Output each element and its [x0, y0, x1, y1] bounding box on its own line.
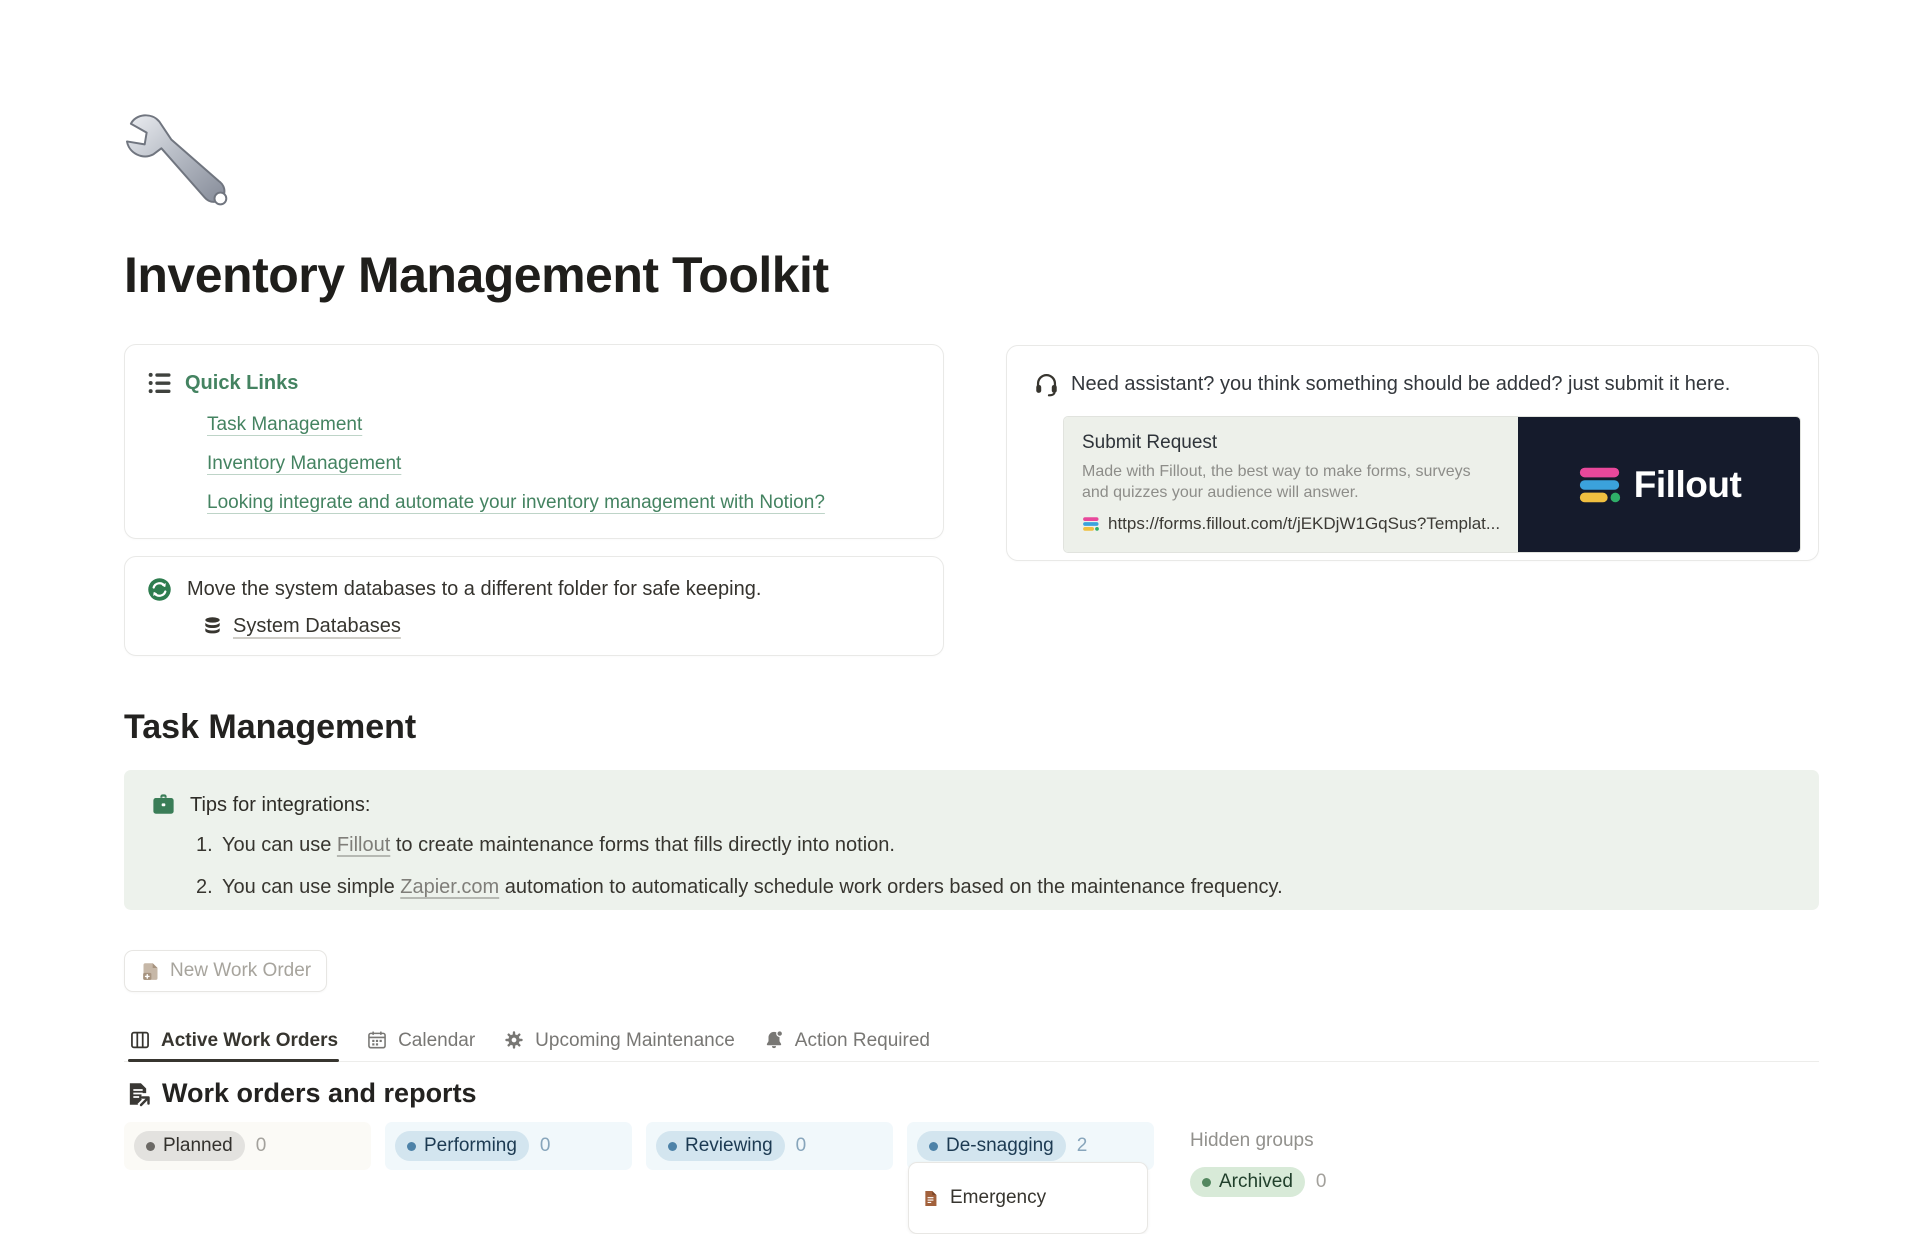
group-pill-archived[interactable]: Archived	[1190, 1167, 1305, 1197]
tab-upcoming-maintenance[interactable]: Upcoming Maintenance	[502, 1020, 736, 1061]
list-number: 1.	[196, 834, 222, 857]
zapier-link[interactable]: Zapier.com	[400, 876, 499, 898]
link-inventory-management[interactable]: Inventory Management	[207, 453, 401, 475]
status-dot	[929, 1142, 938, 1151]
board-heading: Work orders and reports	[124, 1078, 477, 1109]
board-heading-label: Work orders and reports	[162, 1078, 477, 1109]
quick-links-callout: Quick Links Task Management Inventory Ma…	[124, 344, 944, 539]
embed-description: Made with Fillout, the best way to make …	[1082, 461, 1477, 504]
group-pill-planned[interactable]: Planned	[134, 1131, 245, 1161]
notion-page: Inventory Management Toolkit Quick Links…	[0, 0, 1920, 1199]
column-reviewing: Reviewing 0	[646, 1122, 893, 1170]
fillout-embed-bookmark[interactable]: Submit Request Made with Fillout, the be…	[1063, 416, 1801, 553]
link-task-management[interactable]: Task Management	[207, 414, 362, 436]
group-count: 0	[540, 1135, 551, 1157]
tips-callout: Tips for integrations: 1. You can use Fi…	[124, 770, 1819, 910]
tips-title: Tips for integrations:	[190, 791, 370, 817]
transfer-icon	[146, 576, 173, 603]
assist-text: Need assistant? you think something shou…	[1071, 370, 1730, 396]
status-dot	[146, 1142, 155, 1151]
card-title: Emergency	[950, 1187, 1046, 1209]
group-count: 0	[1316, 1171, 1327, 1193]
tips-item-2: 2. You can use simple Zapier.com automat…	[196, 876, 1791, 899]
document-icon	[921, 1189, 940, 1208]
hidden-groups-toggle[interactable]: Hidden groups	[1190, 1130, 1327, 1152]
system-databases-link[interactable]: System Databases	[201, 615, 401, 638]
board-icon	[129, 1029, 152, 1052]
move-note-text: Move the system databases to a different…	[187, 576, 761, 601]
work-order-card-emergency[interactable]: Emergency	[908, 1162, 1148, 1234]
linked-database-icon	[124, 1080, 152, 1108]
fillout-link[interactable]: Fillout	[337, 834, 390, 856]
task-management-heading: Task Management	[124, 708, 416, 747]
status-dot	[668, 1142, 677, 1151]
group-count: 0	[796, 1135, 807, 1157]
tab-action-required[interactable]: Action Required	[762, 1020, 931, 1061]
group-pill-de-snagging[interactable]: De-snagging	[917, 1131, 1066, 1161]
headset-icon	[1033, 370, 1060, 397]
briefcase-icon	[150, 791, 177, 818]
list-icon	[146, 369, 174, 397]
wrench-emoji-icon[interactable]	[126, 108, 244, 226]
quick-links-title: Quick Links	[185, 369, 298, 395]
status-dot	[407, 1142, 416, 1151]
embed-title: Submit Request	[1082, 432, 1500, 454]
new-document-icon	[140, 961, 161, 982]
tab-active-work-orders[interactable]: Active Work Orders	[128, 1020, 339, 1061]
status-dot	[1202, 1178, 1211, 1187]
move-databases-callout: Move the system databases to a different…	[124, 556, 944, 656]
database-icon	[201, 615, 224, 638]
new-work-order-label: New Work Order	[170, 960, 311, 982]
gear-icon	[503, 1029, 526, 1052]
tab-calendar[interactable]: Calendar	[365, 1020, 476, 1061]
page-title: Inventory Management Toolkit	[124, 246, 829, 304]
group-count: 2	[1077, 1135, 1088, 1157]
column-planned: Planned 0	[124, 1122, 371, 1170]
tips-item-1: 1. You can use Fillout to create mainten…	[196, 834, 1791, 857]
fillout-wordmark: Fillout	[1634, 464, 1741, 506]
fillout-brand-panel: Fillout	[1518, 417, 1800, 552]
link-automation-guide[interactable]: Looking integrate and automate your inve…	[207, 492, 825, 514]
bell-icon	[763, 1029, 786, 1052]
new-work-order-button[interactable]: New Work Order	[124, 950, 327, 992]
group-count: 0	[256, 1135, 267, 1157]
assist-callout: Need assistant? you think something shou…	[1006, 345, 1819, 561]
hidden-groups-section: Hidden groups Archived 0	[1190, 1130, 1327, 1197]
embed-info: Submit Request Made with Fillout, the be…	[1064, 417, 1518, 552]
fillout-favicon-icon	[1082, 515, 1100, 533]
embed-url-link[interactable]: https://forms.fillout.com/t/jEKDjW1GqSus…	[1108, 514, 1500, 534]
calendar-icon	[366, 1029, 389, 1052]
group-pill-reviewing[interactable]: Reviewing	[656, 1131, 785, 1161]
group-pill-performing[interactable]: Performing	[395, 1131, 529, 1161]
column-performing: Performing 0	[385, 1122, 632, 1170]
view-tabs: Active Work Orders Calendar	[124, 1020, 1819, 1062]
system-databases-label: System Databases	[233, 615, 401, 638]
fillout-logo-icon	[1577, 462, 1623, 508]
list-number: 2.	[196, 876, 222, 899]
